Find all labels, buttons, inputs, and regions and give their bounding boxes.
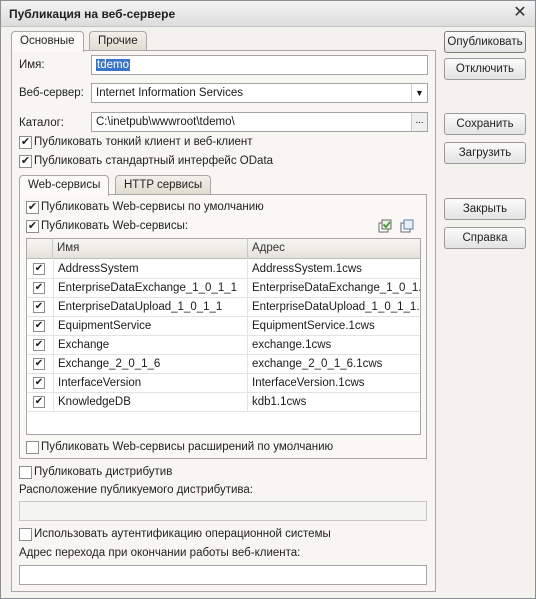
publish-odata-checkbox[interactable]: ✔ [19, 155, 32, 168]
os-auth-checkbox[interactable] [19, 528, 32, 541]
publish-extensions-label: Публиковать Web-сервисы расширений по ум… [41, 441, 334, 453]
publish-ws-default-label: Публиковать Web-сервисы по умолчанию [41, 201, 264, 213]
table-row[interactable]: ✔ KnowledgeDB kdb1.1cws [27, 393, 420, 412]
name-label: Имя: [19, 59, 45, 71]
help-button[interactable]: Справка [444, 227, 526, 249]
close-button[interactable]: Закрыть [444, 198, 526, 220]
publish-button[interactable]: Опубликовать [444, 31, 526, 53]
row-checkbox[interactable]: ✔ [33, 282, 45, 294]
publish-thin-client-label: Публиковать тонкий клиент и веб-клиент [34, 136, 253, 148]
row-checkbox[interactable]: ✔ [33, 263, 45, 275]
webserver-value: Internet Information Services [96, 87, 244, 99]
window-title: Публикация на веб-сервере [9, 7, 176, 21]
table-header: Имя Адрес [27, 239, 420, 259]
row-checkbox[interactable]: ✔ [33, 320, 45, 332]
tab-main[interactable]: Основные [11, 31, 84, 52]
publish-extensions-checkbox[interactable] [26, 441, 39, 454]
row-address: EnterpriseDataUpload_1_0_1_1... [252, 301, 420, 313]
publish-odata-label: Публиковать стандартный интерфейс OData [34, 155, 274, 167]
publish-ws-checkbox[interactable]: ✔ [26, 220, 39, 233]
table-row[interactable]: ✔ Exchange_2_0_1_6 exchange_2_0_1_6.1cws [27, 355, 420, 374]
table-row[interactable]: ✔ AddressSystem AddressSystem.1cws [27, 260, 420, 279]
row-checkbox[interactable]: ✔ [33, 339, 45, 351]
title-bar: Публикация на веб-сервере ✕ [1, 1, 535, 27]
row-address: exchange_2_0_1_6.1cws [252, 358, 383, 370]
row-name: EquipmentService [53, 317, 248, 336]
uncheck-all-icon[interactable] [400, 219, 414, 233]
table-row[interactable]: ✔ EnterpriseDataExchange_1_0_1_1 Enterpr… [27, 279, 420, 298]
web-services-table[interactable]: Имя Адрес ✔ AddressSystem AddressSystem.… [26, 238, 421, 435]
row-name: KnowledgeDB [53, 393, 248, 412]
distrib-location-input[interactable] [19, 501, 427, 521]
header-check-column [27, 239, 53, 259]
subtab-http-services[interactable]: HTTP сервисы [115, 175, 212, 195]
header-address[interactable]: Адрес [248, 239, 420, 259]
load-button[interactable]: Загрузить [444, 142, 526, 164]
webserver-select[interactable]: Internet Information Services ▼ [91, 83, 428, 103]
row-checkbox[interactable]: ✔ [33, 301, 45, 313]
publish-distrib-checkbox[interactable] [19, 466, 32, 479]
chevron-down-icon[interactable]: ▼ [411, 84, 427, 102]
row-address: InterfaceVersion.1cws [252, 377, 365, 389]
row-name: EnterpriseDataUpload_1_0_1_1 [53, 298, 248, 317]
publish-dialog: Публикация на веб-сервере ✕ Основные Про… [0, 0, 536, 599]
header-name[interactable]: Имя [53, 239, 248, 259]
name-value: tdemo [96, 59, 130, 71]
row-name: InterfaceVersion [53, 374, 248, 393]
catalog-label: Каталог: [19, 117, 65, 129]
publish-ws-default-checkbox[interactable]: ✔ [26, 201, 39, 214]
table-row[interactable]: ✔ EquipmentService EquipmentService.1cws [27, 317, 420, 336]
row-checkbox[interactable]: ✔ [33, 358, 45, 370]
os-auth-label: Использовать аутентификацию операционной… [34, 528, 331, 540]
publish-ws-label: Публиковать Web-сервисы: [41, 220, 189, 232]
name-input[interactable]: tdemo [91, 55, 428, 75]
check-all-icon[interactable] [378, 219, 392, 233]
exit-url-input[interactable] [19, 565, 427, 585]
table-row[interactable]: ✔ InterfaceVersion InterfaceVersion.1cws [27, 374, 420, 393]
row-checkbox[interactable]: ✔ [33, 396, 45, 408]
save-button[interactable]: Сохранить [444, 113, 526, 135]
row-name: EnterpriseDataExchange_1_0_1_1 [53, 279, 248, 298]
publish-thin-client-checkbox[interactable]: ✔ [19, 136, 32, 149]
subtab-web-services[interactable]: Web-сервисы [19, 175, 110, 196]
row-address: exchange.1cws [252, 339, 332, 351]
row-checkbox[interactable]: ✔ [33, 377, 45, 389]
row-name: Exchange [53, 336, 248, 355]
row-name: Exchange_2_0_1_6 [53, 355, 248, 374]
row-address: EquipmentService.1cws [252, 320, 375, 332]
distrib-location-label: Расположение публикуемого дистрибутива: [19, 484, 254, 496]
catalog-input[interactable]: C:\inetpub\wwwroot\tdemo\ ... [91, 112, 428, 132]
row-address: AddressSystem.1cws [252, 263, 362, 275]
row-address: kdb1.1cws [252, 396, 307, 408]
disable-button[interactable]: Отключить [444, 58, 526, 80]
row-name: AddressSystem [53, 260, 248, 279]
webserver-label: Веб-сервер: [19, 87, 84, 99]
exit-url-label: Адрес перехода при окончании работы веб-… [19, 547, 301, 559]
close-icon[interactable]: ✕ [511, 4, 529, 22]
row-address: EnterpriseDataExchange_1_0_1... [252, 282, 420, 294]
table-row[interactable]: ✔ Exchange exchange.1cws [27, 336, 420, 355]
table-row[interactable]: ✔ EnterpriseDataUpload_1_0_1_1 Enterpris… [27, 298, 420, 317]
browse-button[interactable]: ... [411, 113, 427, 131]
publish-distrib-label: Публиковать дистрибутив [34, 466, 173, 478]
catalog-value: C:\inetpub\wwwroot\tdemo\ [96, 116, 235, 128]
tab-other[interactable]: Прочие [89, 31, 147, 51]
